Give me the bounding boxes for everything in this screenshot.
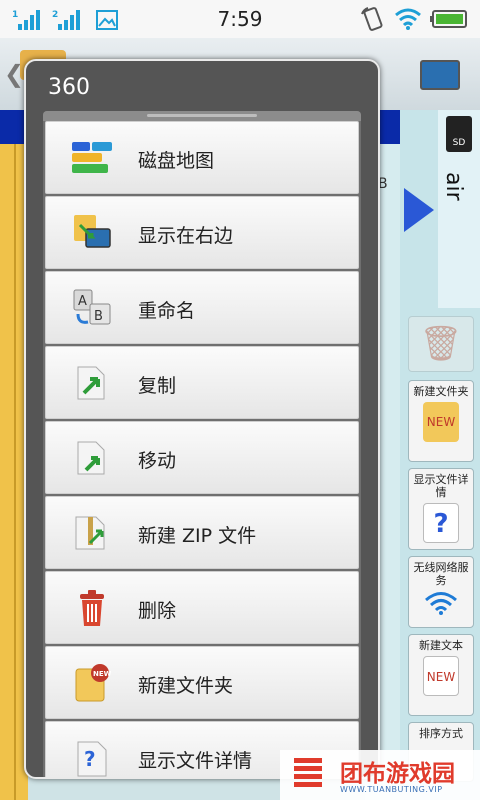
file-info-icon: ?: [77, 741, 107, 777]
watermark-logo-icon: [294, 758, 322, 788]
move-icon: [77, 441, 105, 475]
menu-item-new-zip[interactable]: 新建 ZIP 文件: [45, 496, 359, 569]
sd-card-icon: SD: [446, 116, 472, 152]
menu-item-label: 删除: [138, 600, 177, 622]
wifi-service-button[interactable]: 无线网络服务: [408, 556, 474, 628]
menu-item-rename[interactable]: A B 重命名: [45, 271, 359, 344]
menu-item-new-folder[interactable]: NEW 新建文件夹: [45, 646, 359, 719]
watermark: 团布游戏园 WWW.TUANBUTING.VIP: [280, 750, 480, 800]
menu-item-label: 磁盘地图: [138, 150, 215, 172]
battery-icon: [430, 10, 467, 28]
computer-icon[interactable]: [420, 60, 460, 90]
disk-map-icon: [72, 142, 112, 173]
menu-item-label: 显示在右边: [138, 225, 234, 247]
new-text-icon: NEW: [423, 656, 459, 696]
side-button-label: 排序方式: [419, 727, 463, 740]
menu-item-label: 重命名: [138, 300, 196, 322]
dialog-title: 360: [48, 75, 90, 100]
delete-button[interactable]: 🗑: [408, 316, 474, 372]
menu-item-label: 新建文件夹: [138, 675, 234, 697]
rotate-icon: [361, 7, 383, 31]
menu-item-label: 移动: [138, 450, 177, 472]
wifi-status-icon: [395, 8, 421, 30]
wifi-icon: [425, 592, 457, 615]
menu-item-copy[interactable]: 复制: [45, 346, 359, 419]
menu-item-disk-map[interactable]: 磁盘地图: [45, 121, 359, 194]
new-folder-icon: NEW: [423, 402, 459, 442]
side-button-label: 无线网络服务: [413, 561, 469, 587]
side-button-label: 新建文本: [419, 639, 463, 652]
menu-list[interactable]: 磁盘地图 显示在右边 A B 重命名 复制 移动 新建 ZIP 文件 删除 NE…: [43, 111, 361, 777]
new-folder-button[interactable]: 新建文件夹 NEW: [408, 380, 474, 462]
copy-icon: [77, 366, 105, 400]
new-folder-icon: NEW: [75, 664, 112, 702]
trash-icon: [80, 590, 104, 626]
svg-text:?: ?: [84, 747, 96, 771]
svg-text:B: B: [94, 309, 103, 324]
scroll-indicator: [43, 111, 361, 121]
svg-text:A: A: [78, 294, 87, 309]
menu-item-label: 新建 ZIP 文件: [138, 525, 257, 547]
show-right-icon: [74, 215, 111, 248]
menu-item-move[interactable]: 移动: [45, 421, 359, 494]
side-button-label: 新建文件夹: [413, 385, 469, 398]
status-bar: 1 2 7:59: [0, 0, 480, 38]
menu-item-show-right[interactable]: 显示在右边: [45, 196, 359, 269]
watermark-url: WWW.TUANBUTING.VIP: [340, 785, 443, 794]
arrow-right-icon[interactable]: [404, 188, 434, 232]
svg-text:NEW: NEW: [93, 670, 112, 678]
menu-item-delete[interactable]: 删除: [45, 571, 359, 644]
side-button-label: 显示文件详情: [413, 473, 469, 499]
file-info-icon: ?: [423, 503, 459, 543]
trash-icon: 🗑: [419, 324, 463, 364]
zip-icon: [75, 516, 105, 550]
context-menu-dialog: 360 磁盘地图 显示在右边 A B 重命名 复制 移动 新建 ZIP 文件 删…: [24, 59, 380, 779]
storage-label: air: [441, 172, 466, 201]
menu-item-label: 复制: [138, 375, 177, 397]
menu-item-label: 显示文件详情: [138, 750, 253, 772]
file-info-button[interactable]: 显示文件详情 ?: [408, 468, 474, 550]
new-text-button[interactable]: 新建文本 NEW: [408, 634, 474, 716]
watermark-text: 团布游戏园: [340, 761, 455, 787]
rename-icon: A B: [73, 289, 111, 325]
